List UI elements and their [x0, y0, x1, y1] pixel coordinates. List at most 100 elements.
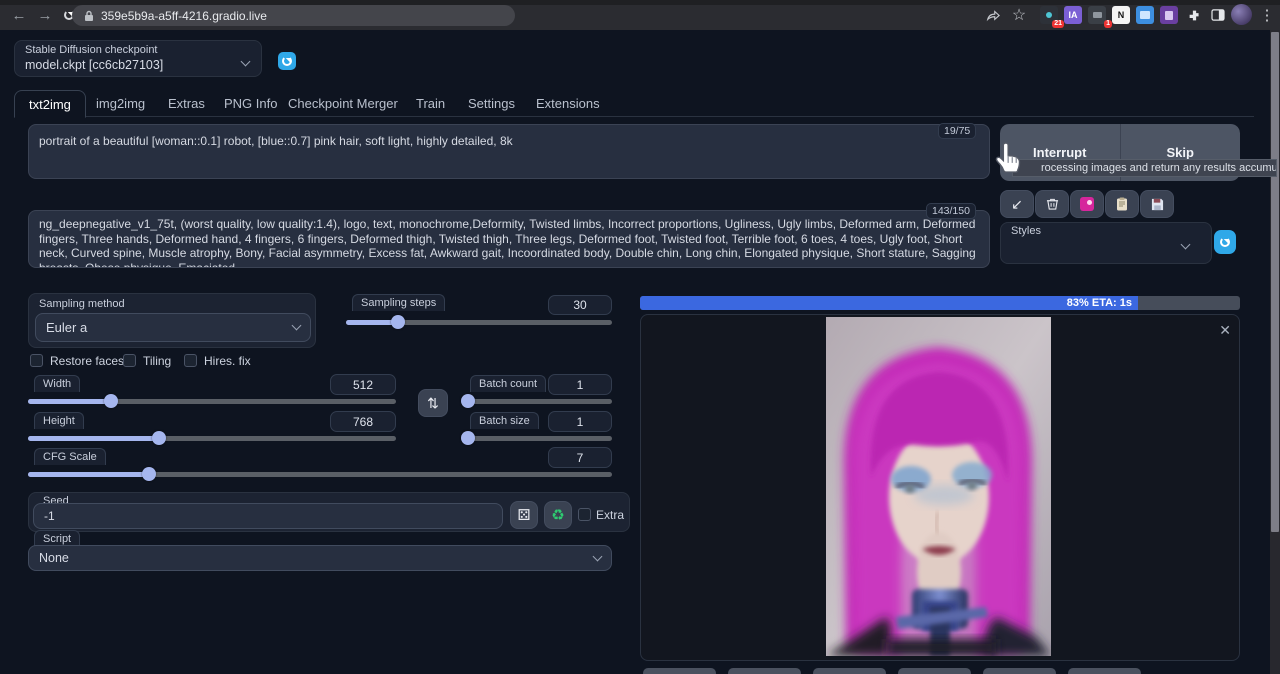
save-style-button[interactable] [1140, 190, 1174, 218]
sampling-steps-slider[interactable] [346, 315, 612, 329]
tiling-label: Tiling [143, 354, 171, 368]
palette-icon [1080, 197, 1094, 211]
sampling-steps-label: Sampling steps [352, 294, 445, 311]
extension-notion-icon[interactable]: N [1112, 6, 1130, 24]
tooltip-text: rocessing images and return any results … [1041, 162, 1277, 174]
floppy-save-icon [1151, 198, 1164, 211]
checkpoint-label: Stable Diffusion checkpoint [25, 44, 158, 56]
sampling-steps-value[interactable]: 30 [548, 295, 612, 315]
extension-badge: 1 [1104, 20, 1112, 28]
cfg-scale-value[interactable]: 7 [548, 447, 612, 468]
script-value: None [39, 551, 69, 565]
gallery-action-button[interactable] [643, 668, 716, 674]
address-bar[interactable]: 359e5b9a-a5ff-4216.gradio.live [72, 5, 515, 26]
arrow-down-left-icon: ↙ [1011, 196, 1023, 213]
extension-image-icon[interactable] [1136, 6, 1154, 24]
refresh-icon [282, 56, 292, 66]
close-preview-icon[interactable]: ✕ [1219, 323, 1231, 337]
negative-token-counter: 143/150 [926, 203, 976, 219]
tiling-checkbox[interactable] [123, 354, 136, 367]
scrollbar-thumb[interactable] [1271, 32, 1279, 532]
extension-camera-icon[interactable]: 1 [1088, 6, 1106, 24]
gallery-action-button[interactable] [728, 668, 801, 674]
swap-dimensions-button[interactable]: ⇅ [418, 389, 448, 417]
prompt-token-counter: 19/75 [938, 123, 976, 139]
script-dropdown[interactable]: None [28, 545, 612, 571]
apply-style-button[interactable] [1105, 190, 1139, 218]
browser-forward-icon[interactable]: → [34, 4, 56, 26]
main-tabs: txt2img img2img Extras PNG Info Checkpoi… [14, 90, 1254, 117]
chevron-down-icon [241, 57, 251, 67]
tab-img2img[interactable]: img2img [82, 90, 159, 117]
reuse-seed-button[interactable]: ♻ [544, 501, 572, 529]
width-slider[interactable] [28, 394, 396, 408]
height-label: Height [34, 412, 84, 429]
checkpoint-refresh-button[interactable] [278, 52, 296, 70]
extra-seed-checkbox[interactable] [578, 508, 591, 521]
styles-label: Styles [1011, 225, 1041, 237]
checkpoint-dropdown[interactable]: model.ckpt [cc6cb27103] [25, 58, 163, 72]
lock-icon [84, 10, 94, 22]
paste-params-button[interactable]: ↙ [1000, 190, 1034, 218]
sampling-method-block: Sampling method Euler a [28, 293, 316, 348]
sampling-method-dropdown[interactable]: Euler a [35, 313, 311, 342]
height-value[interactable]: 768 [330, 411, 396, 432]
sampling-method-value: Euler a [46, 320, 87, 335]
page-scrollbar[interactable] [1270, 30, 1280, 674]
batch-size-slider[interactable] [468, 431, 612, 445]
tab-train[interactable]: Train [402, 90, 459, 117]
width-label: Width [34, 375, 80, 392]
extensions-puzzle-icon[interactable] [1183, 4, 1205, 26]
browser-profile-avatar[interactable] [1231, 4, 1252, 25]
bookmark-star-icon[interactable]: ☆ [1008, 4, 1030, 26]
styles-refresh-button[interactable] [1214, 230, 1236, 254]
styles-dropdown[interactable] [1001, 237, 1211, 265]
tab-checkpoint-merger[interactable]: Checkpoint Merger [274, 90, 412, 117]
random-seed-button[interactable]: ⚄ [510, 501, 538, 529]
share-icon[interactable] [982, 4, 1004, 26]
height-slider[interactable] [28, 431, 396, 445]
progressbar-fill: 83% ETA: 1s [640, 296, 1138, 310]
browser-menu-icon[interactable]: ⋮ [1256, 4, 1278, 26]
chevron-down-icon [292, 321, 302, 331]
cfg-scale-slider[interactable] [28, 467, 612, 481]
hires-fix-checkbox[interactable] [184, 354, 197, 367]
interrupt-tooltip: rocessing images and return any results … [1012, 159, 1277, 177]
gallery-action-button[interactable] [1068, 668, 1141, 674]
tab-settings[interactable]: Settings [454, 90, 529, 117]
side-panel-icon[interactable] [1207, 4, 1229, 26]
batch-count-slider[interactable] [468, 394, 612, 408]
gallery-action-button[interactable] [898, 668, 971, 674]
extension-onenote-icon[interactable] [1160, 6, 1178, 24]
extension-ia-icon[interactable]: IA [1064, 6, 1082, 24]
negative-prompt-textarea[interactable]: ng_deepnegative_v1_75t, (worst quality, … [28, 210, 990, 268]
tab-extensions[interactable]: Extensions [522, 90, 614, 117]
url-text: 359e5b9a-a5ff-4216.gradio.live [101, 9, 267, 23]
seed-value: -1 [44, 509, 55, 523]
extra-seed-label: Extra [596, 508, 624, 522]
batch-size-label: Batch size [470, 412, 539, 429]
extension-pin-icon[interactable]: 21 [1040, 6, 1058, 24]
restore-faces-checkbox[interactable] [30, 354, 43, 367]
generation-progressbar: 83% ETA: 1s [640, 296, 1240, 310]
clear-prompt-button[interactable] [1035, 190, 1069, 218]
browser-toolbar: ← → 359e5b9a-a5ff-4216.gradio.live ☆ 21 … [0, 0, 1280, 30]
checkpoint-block: Stable Diffusion checkpoint model.ckpt [… [14, 40, 262, 77]
seed-input[interactable]: -1 [33, 503, 503, 529]
generated-image-preview[interactable] [826, 317, 1051, 656]
styles-block: Styles [1000, 222, 1212, 264]
gallery-action-button[interactable] [813, 668, 886, 674]
batch-count-value[interactable]: 1 [548, 374, 612, 395]
clipboard-icon [1116, 197, 1128, 211]
prompt-textarea[interactable]: portrait of a beautiful [woman::0.1] rob… [28, 124, 990, 179]
stable-diffusion-webui: ← → 359e5b9a-a5ff-4216.gradio.live ☆ 21 … [0, 0, 1280, 674]
refresh-icon [1220, 237, 1230, 247]
width-value[interactable]: 512 [330, 374, 396, 395]
swap-arrows-icon: ⇅ [427, 395, 439, 412]
gallery-action-button[interactable] [983, 668, 1056, 674]
restore-faces-label: Restore faces [50, 354, 124, 368]
tab-txt2img[interactable]: txt2img [14, 90, 86, 118]
batch-size-value[interactable]: 1 [548, 411, 612, 432]
extra-networks-button[interactable] [1070, 190, 1104, 218]
browser-back-icon[interactable]: ← [8, 4, 30, 26]
